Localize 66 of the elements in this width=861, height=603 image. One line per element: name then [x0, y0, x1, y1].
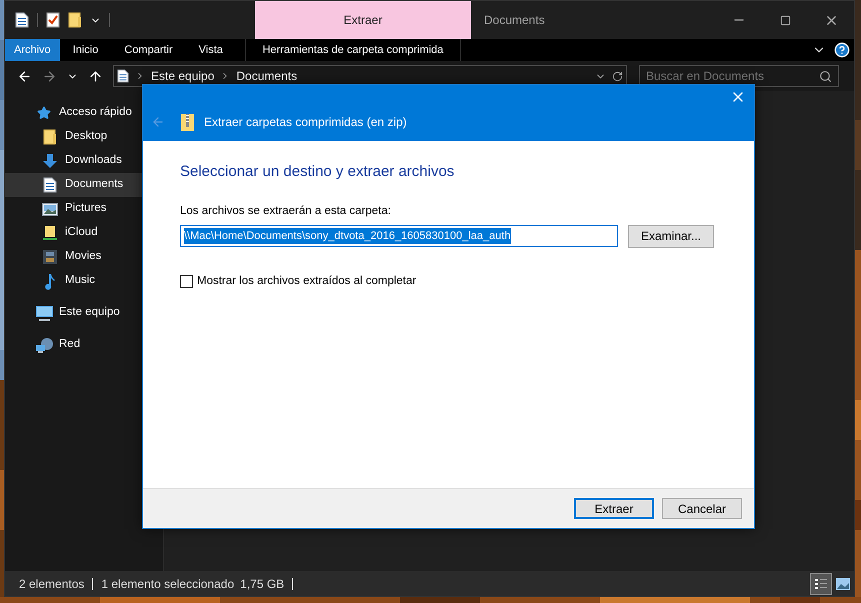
- sidebar-label: Music: [65, 273, 96, 288]
- monitor-icon: [36, 306, 52, 320]
- sidebar-item[interactable]: Downloads: [5, 149, 163, 173]
- folder-icon: [68, 12, 82, 28]
- sidebar-item[interactable]: Desktop: [5, 125, 163, 149]
- network-icon: [36, 338, 52, 352]
- document-icon: [43, 177, 57, 193]
- up-icon[interactable]: [88, 68, 103, 84]
- item-count: 2 elementos: [19, 576, 84, 592]
- destination-field[interactable]: \\Mac\Home\Documents\sony_dtvota_2016_1605830100_laa_auth: [180, 225, 618, 248]
- context-group-label: Extraer: [255, 1, 471, 39]
- details-view-button[interactable]: [810, 572, 832, 594]
- dialog-button[interactable]: Cancelar: [662, 498, 742, 519]
- zip-folder-icon: [181, 114, 194, 130]
- document-icon: [15, 12, 29, 28]
- selection-count: 1 elemento seleccionado: [101, 576, 234, 592]
- maximize-icon[interactable]: [780, 14, 790, 26]
- checkmark-icon[interactable]: [46, 12, 60, 28]
- browse-button[interactable]: Examinar...: [628, 224, 714, 248]
- window-title: Documents: [483, 12, 546, 29]
- sidebar-label: Este equipo: [59, 305, 120, 320]
- path-text: \\Mac\Home\Documents\sony_dtvota_2016_1605830100_laa_auth: [184, 228, 511, 244]
- search-placeholder: Buscar en Documents: [646, 68, 766, 85]
- folder-icon: [43, 225, 57, 241]
- sidebar-item[interactable]: Music: [5, 269, 163, 293]
- checkbox-label: Mostrar los archivos extraídos al completar: [197, 274, 416, 289]
- ribbon-tab[interactable]: Compartir: [111, 39, 186, 61]
- sidebar-label: Pictures: [65, 201, 107, 216]
- sidebar-label: Movies: [65, 249, 102, 264]
- search-icon: [819, 70, 832, 82]
- refresh-icon[interactable]: [612, 70, 623, 82]
- dialog-title: Extraer carpetas comprimidas (en zip): [204, 114, 407, 131]
- sidebar-label: Acceso rápido: [59, 105, 132, 120]
- checkbox[interactable]: [180, 274, 193, 288]
- dialog-button[interactable]: Extraer: [574, 498, 654, 519]
- landscape-image-icon: [42, 202, 58, 216]
- sidebar-label: Documents: [65, 177, 124, 192]
- sidebar-item[interactable]: Movies: [5, 245, 163, 269]
- film-icon: [43, 249, 57, 265]
- sidebar-label: Desktop: [65, 129, 108, 144]
- sidebar-item[interactable]: Pictures: [5, 197, 163, 221]
- image-icon: [836, 578, 850, 590]
- ribbon-tab[interactable]: Inicio: [60, 39, 112, 61]
- dialog-heading: Seleccionar un destino y extraer archivos: [180, 162, 456, 182]
- music-note-icon: [44, 272, 56, 290]
- field-label: Los archivos se extraerán a esta carpeta:: [180, 204, 392, 218]
- download-icon: [42, 153, 58, 169]
- sidebar-item[interactable]: Red: [5, 333, 163, 357]
- sidebar-label: Downloads: [65, 153, 122, 168]
- folder-icon: [43, 129, 57, 145]
- star-icon: [37, 106, 51, 120]
- breadcrumb[interactable]: Este equipo: [151, 67, 214, 85]
- details-list-icon: [815, 578, 827, 590]
- breadcrumb[interactable]: Documents: [236, 67, 298, 85]
- help-icon[interactable]: [834, 42, 850, 58]
- sidebar-item[interactable]: Acceso rápido: [5, 101, 163, 125]
- sidebar-item[interactable]: Este equipo: [5, 301, 163, 325]
- sidebar-label: Red: [59, 337, 80, 352]
- forward-icon[interactable]: [42, 68, 57, 84]
- back-icon[interactable]: [17, 68, 32, 84]
- file-tab[interactable]: Archivo: [5, 39, 60, 61]
- ribbon-tab[interactable]: Vista: [186, 39, 236, 61]
- document-icon: [117, 69, 129, 83]
- sidebar-item[interactable]: iCloud: [5, 221, 163, 245]
- sidebar-label: iCloud: [65, 225, 98, 240]
- selection-size: 1,75 GB: [240, 576, 284, 592]
